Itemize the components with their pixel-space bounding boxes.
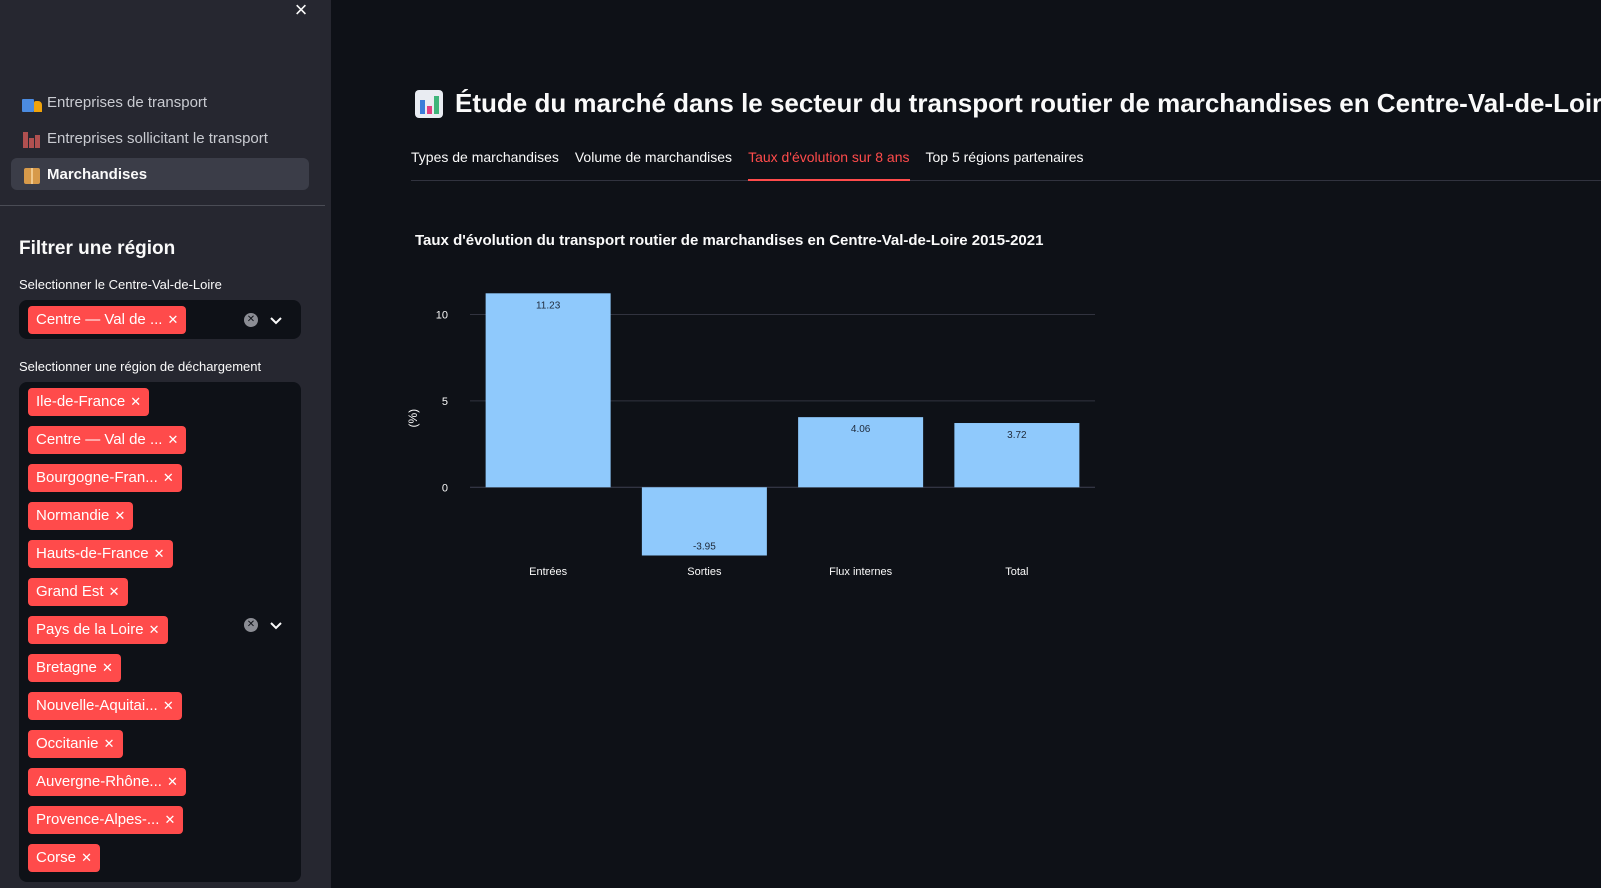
tag-label: Hauts-de-France (36, 545, 149, 562)
selected-tag: Ile-de-France ✕ (28, 388, 150, 416)
selected-tag: Hauts-de-France ✕ (28, 540, 173, 568)
tag-label: Ile-de-France (36, 393, 126, 410)
remove-tag-icon[interactable]: ✕ (109, 578, 120, 606)
page-title-text: Étude du marché dans le secteur du trans… (455, 88, 1601, 118)
remove-tag-icon[interactable]: ✕ (81, 844, 92, 872)
selected-tag: Grand Est ✕ (28, 578, 128, 606)
truck-icon (21, 92, 43, 112)
chevron-down-icon[interactable] (269, 313, 283, 327)
tag-label: Centre — Val de ... (36, 311, 163, 328)
chevron-down-icon[interactable] (269, 618, 283, 632)
data-label: -3.95 (693, 542, 716, 553)
clear-all-icon[interactable]: ✕ (244, 618, 258, 632)
tag-label: Pays de la Loire (36, 621, 144, 638)
tag-label: Bretagne (36, 659, 97, 676)
centre-region-multiselect[interactable]: Centre — Val de ... ✕ ✕ (19, 300, 301, 339)
sidebar-divider (0, 205, 325, 206)
sidebar-item-entreprises-transport[interactable]: Entreprises de transport (11, 86, 309, 118)
remove-tag-icon[interactable]: ✕ (154, 540, 165, 568)
data-label: 4.06 (851, 424, 871, 435)
remove-tag-icon[interactable]: ✕ (168, 426, 179, 454)
tag-label: Nouvelle-Aquitai... (36, 697, 158, 714)
tab-bar: Types de marchandises Volume de marchand… (411, 143, 1601, 181)
x-tick-label: Entrées (529, 566, 567, 578)
selected-tag: Normandie ✕ (28, 502, 134, 530)
selected-tag: Nouvelle-Aquitai... ✕ (28, 692, 182, 720)
y-axis-label: (%) (406, 409, 420, 428)
factory-icon (21, 128, 43, 148)
select1-label: Selectionner le Centre-Val-de-Loire (19, 277, 222, 292)
tab-taux-evolution[interactable]: Taux d'évolution sur 8 ans (748, 143, 910, 181)
filter-title: Filtrer une région (19, 238, 176, 259)
close-sidebar-button[interactable]: × (290, 0, 312, 22)
tab-top5-regions[interactable]: Top 5 régions partenaires (926, 143, 1084, 181)
selected-tag: Corse ✕ (28, 844, 101, 872)
remove-tag-icon[interactable]: ✕ (167, 768, 178, 796)
tag-label: Grand Est (36, 583, 104, 600)
package-icon (21, 164, 43, 184)
bar (485, 293, 611, 488)
sidebar-item-entreprises-sollicitant[interactable]: Entreprises sollicitant le transport (11, 122, 309, 154)
selected-tag: Centre — Val de ... ✕ (28, 306, 187, 334)
remove-tag-icon[interactable]: ✕ (163, 464, 174, 492)
remove-tag-icon[interactable]: ✕ (164, 806, 175, 834)
sidebar-item-label: Entreprises sollicitant le transport (47, 129, 268, 147)
bar-chart-icon (415, 89, 443, 118)
remove-tag-icon[interactable]: ✕ (168, 306, 179, 334)
remove-tag-icon[interactable]: ✕ (114, 502, 125, 530)
y-tick-label: 10 (436, 310, 448, 322)
clear-all-icon[interactable]: ✕ (244, 313, 258, 327)
tag-label: Centre — Val de ... (36, 431, 163, 448)
sidebar-item-label: Entreprises de transport (47, 93, 208, 111)
tag-label: Auvergne-Rhône... (36, 773, 162, 790)
selected-tag: Auvergne-Rhône... ✕ (28, 768, 186, 796)
chart-title: Taux d'évolution du transport routier de… (415, 232, 1044, 249)
x-tick-label: Total (1005, 566, 1028, 578)
sidebar-item-marchandises[interactable]: Marchandises (11, 158, 309, 190)
y-tick-label: 0 (442, 482, 448, 494)
remove-tag-icon[interactable]: ✕ (130, 388, 141, 416)
tag-label: Normandie (36, 507, 110, 524)
tab-volume-marchandises[interactable]: Volume de marchandises (575, 143, 732, 181)
selected-tag: Bourgogne-Fran... ✕ (28, 464, 182, 492)
remove-tag-icon[interactable]: ✕ (163, 692, 174, 720)
selected-tag: Occitanie ✕ (28, 730, 123, 758)
data-label: 11.23 (536, 300, 561, 311)
data-label: 3.72 (1007, 430, 1027, 441)
tab-types-marchandises[interactable]: Types de marchandises (411, 143, 559, 181)
remove-tag-icon[interactable]: ✕ (102, 654, 113, 682)
bar-chart: 0 5 10 (%) 11.23 Entrées -3.95 Sorties 4.06 Flux … (406, 293, 1095, 578)
sidebar-item-label: Marchandises (47, 165, 148, 183)
y-tick-label: 5 (442, 396, 448, 408)
selected-tag: Provence-Alpes-... ✕ (28, 806, 184, 834)
tag-label: Provence-Alpes-... (36, 811, 160, 828)
tag-label: Corse (36, 849, 77, 866)
tag-label: Bourgogne-Fran... (36, 469, 158, 486)
page-title: Étude du marché dans le secteur du trans… (415, 88, 1601, 119)
selected-tag: Bretagne ✕ (28, 654, 121, 682)
tag-label: Occitanie (36, 735, 99, 752)
selected-tag: Centre — Val de ... ✕ (28, 426, 187, 454)
x-tick-label: Flux internes (829, 566, 892, 578)
unloading-region-multiselect[interactable]: ✕ Ile-de-France ✕ Centre — Val de ... ✕ Bour… (19, 382, 301, 882)
sidebar-nav: Entreprises de transport Entreprises sol… (11, 86, 309, 194)
x-tick-label: Sorties (687, 566, 722, 578)
remove-tag-icon[interactable]: ✕ (104, 730, 115, 758)
sidebar: × Entreprises de transport Entreprises s… (0, 0, 331, 888)
select2-label: Selectionner une région de déchargement (19, 359, 262, 374)
selected-tag: Pays de la Loire ✕ (28, 616, 168, 644)
remove-tag-icon[interactable]: ✕ (149, 616, 160, 644)
